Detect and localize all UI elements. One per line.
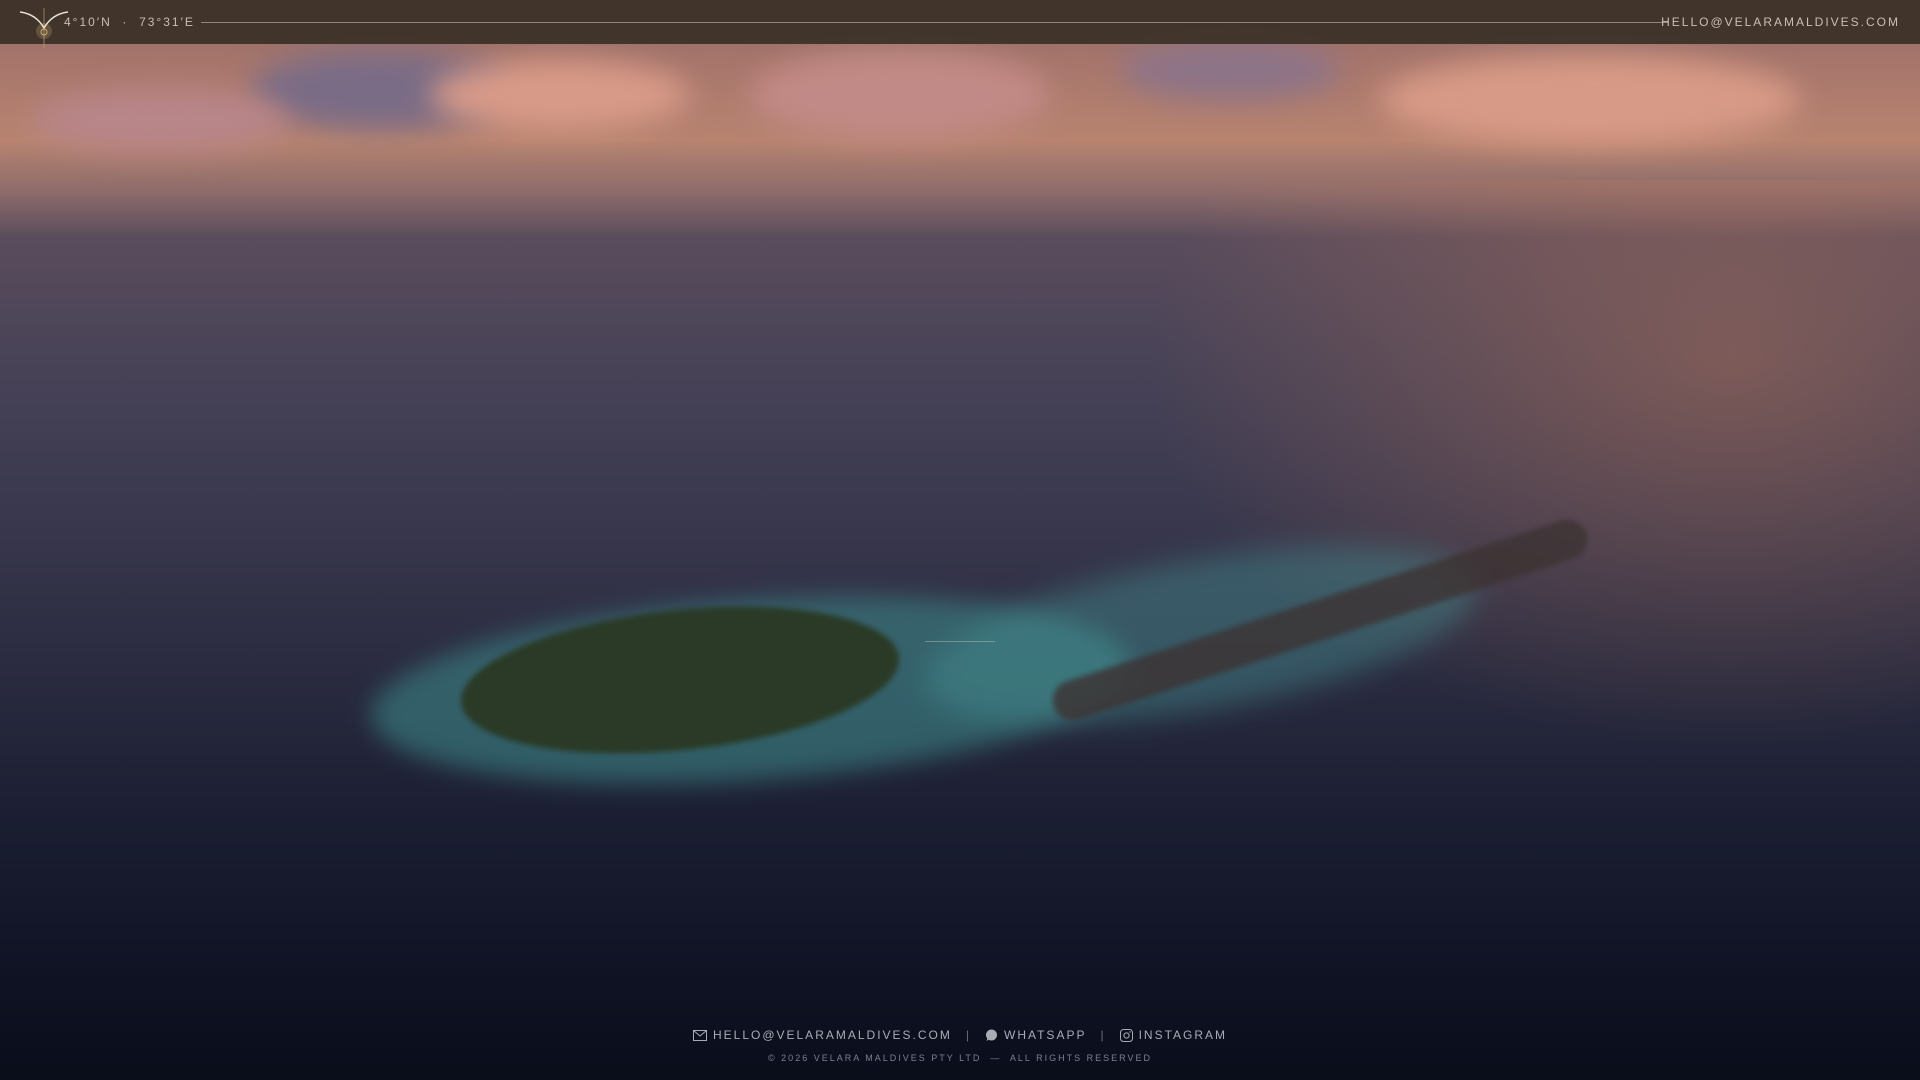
cloud	[430, 60, 690, 130]
copyright: © 2026 VELARA MALDIVES PTY LTD — ALL RIG…	[768, 1053, 1152, 1063]
footer-whatsapp-link[interactable]: WHATSAPP	[985, 1028, 1086, 1042]
cloud	[1380, 55, 1800, 145]
separator: |	[965, 1028, 971, 1042]
footer-whatsapp-label: WHATSAPP	[1004, 1028, 1087, 1042]
cloud	[750, 50, 1050, 140]
footer-email-link[interactable]: HELLO@VELARAMALDIVES.COM	[692, 1028, 952, 1042]
separator: |	[1100, 1028, 1106, 1042]
header-email-link[interactable]: HELLO@VELARAMALDIVES.COM	[1661, 15, 1900, 29]
hero-background	[0, 0, 1920, 1080]
cloud	[30, 90, 290, 150]
center-divider	[925, 641, 995, 642]
footer-email-label: HELLO@VELARAMALDIVES.COM	[712, 1028, 952, 1042]
coordinates: 4°10′N · 73°31′E	[64, 15, 195, 29]
footer-links: HELLO@VELARAMALDIVES.COM | WHATSAPP | IN…	[0, 1028, 1920, 1042]
cloud	[1120, 40, 1340, 100]
logo-icon	[19, 8, 69, 48]
header-divider	[201, 22, 1668, 23]
footer-instagram-label: INSTAGRAM	[1138, 1028, 1228, 1042]
mail-icon	[692, 1029, 707, 1041]
whatsapp-icon	[986, 1029, 997, 1041]
footer-instagram-link[interactable]: INSTAGRAM	[1119, 1028, 1228, 1042]
instagram-icon	[1119, 1028, 1133, 1042]
top-bar: 4°10′N · 73°31′E HELLO@VELARAMALDIVES.CO…	[0, 0, 1920, 48]
